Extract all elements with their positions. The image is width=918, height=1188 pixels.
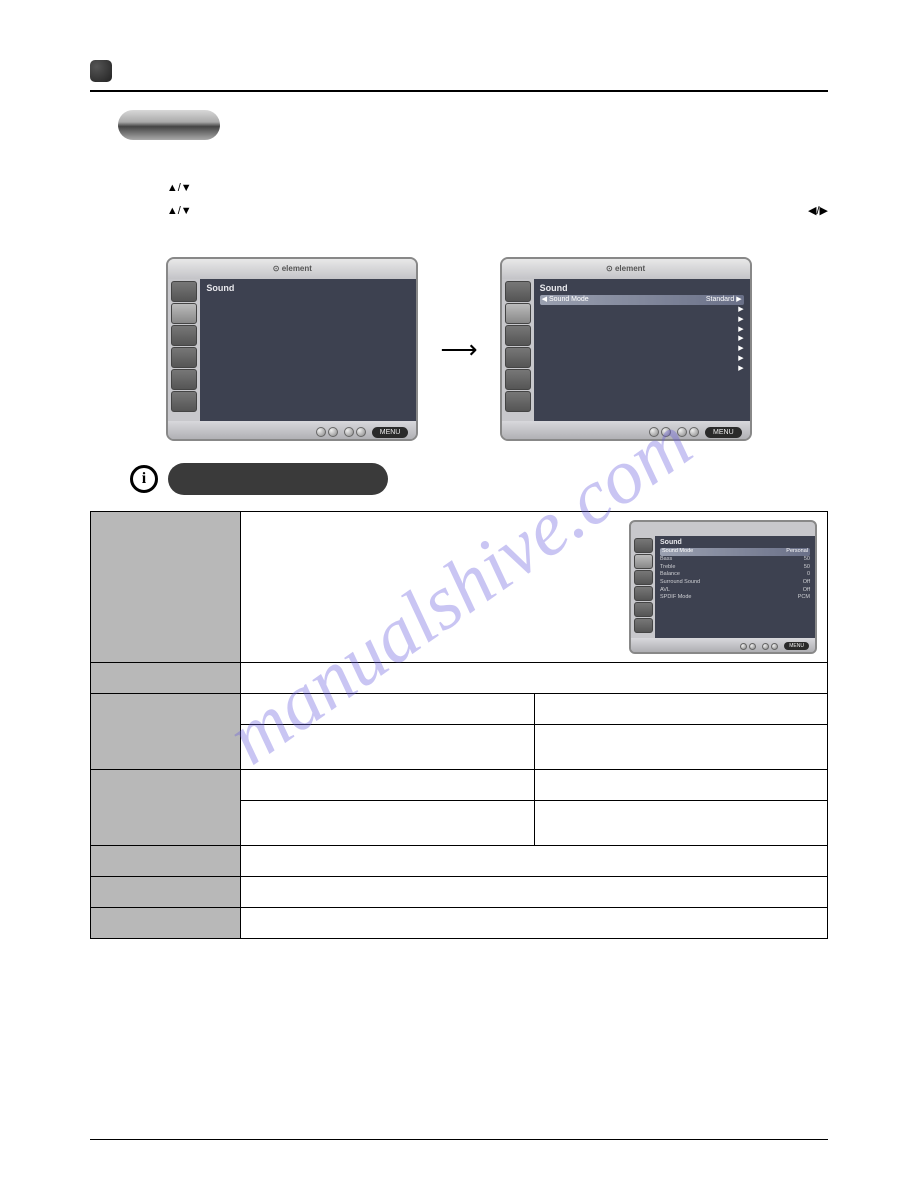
- sidebar-icon-option: [171, 347, 197, 368]
- menu-button-graphic: MENU: [372, 427, 409, 438]
- table-row-avl-off: AVL (Auto Volume Level) Off Off auto vol…: [91, 694, 828, 725]
- page-header: OSD Menu: [90, 60, 828, 92]
- menu-row: AVLOff ▶: [540, 344, 744, 354]
- up-down-arrows-icon-2: [167, 202, 192, 217]
- table-row-surround: Surround Sound Switch surround sound on …: [91, 663, 828, 694]
- sidebar-icon-option: [505, 347, 531, 368]
- menu-row-sound-mode: ◀ Sound ModeStandard ▶: [540, 295, 744, 305]
- tv-left-brand: ⊙ element: [168, 259, 416, 279]
- nav-circle-icon: [344, 427, 354, 437]
- header-bullet-icon: [90, 60, 112, 82]
- tv-right-content: Sound ◀ Sound ModeStandard ▶ Bass50 ▶ Tr…: [534, 279, 750, 421]
- tv-left-footer: MENU: [168, 421, 416, 441]
- header-title: OSD Menu: [124, 61, 215, 82]
- settings-table: Sound Mode ⊙ element: [90, 511, 828, 939]
- menu-row: Treble50 ▶: [540, 315, 744, 325]
- sidebar-icon-sound: [505, 303, 531, 324]
- nav-circle-icon: [677, 427, 687, 437]
- nav-circle-icon: [316, 427, 326, 437]
- tv-screenshot-inline: ⊙ element Sound Sound ModePerson: [629, 520, 817, 654]
- up-down-arrows-icon: [167, 179, 192, 194]
- sidebar-icon-lock: [171, 369, 197, 390]
- manual-page: manualshive.com OSD Menu Sound Press MEN…: [0, 0, 918, 1188]
- table-row-treble: Treble To adjust the treble value.: [91, 877, 828, 908]
- info-icon: i: [130, 465, 158, 493]
- menu-row: Balance0 ▶: [540, 325, 744, 335]
- tv-right-footer: MENU: [502, 421, 750, 441]
- menu-row: Bass50 ▶: [540, 305, 744, 315]
- nav-circle-icon: [649, 427, 659, 437]
- sidebar-icon-lock: [505, 369, 531, 390]
- section-pill-sound: Sound: [118, 110, 220, 140]
- info-heading: i Description of Each Option: [130, 463, 828, 495]
- footer-divider: [90, 1139, 828, 1140]
- instr-line-2: Press to select Sound menu, then press O…: [130, 177, 828, 198]
- menu-button-graphic: MENU: [705, 427, 742, 438]
- instructions-block: Press MENU to display the main menu. Pre…: [130, 154, 828, 243]
- menu-row: Surround SoundOff ▶: [540, 334, 744, 344]
- sidebar-icon-channel: [505, 391, 531, 412]
- instr-line-1: Press MENU to display the main menu.: [130, 154, 828, 175]
- nav-circle-icon: [661, 427, 671, 437]
- page-number: 18: [90, 1146, 103, 1160]
- table-row-bass: Bass To adjust the bass value.: [91, 846, 828, 877]
- nav-circle-icon: [689, 427, 699, 437]
- sidebar-icon-time: [171, 325, 197, 346]
- nav-circle-icon: [328, 427, 338, 437]
- tv-screenshot-left: ⊙ element Sound MENU: [166, 257, 418, 441]
- screenshot-row: ⊙ element Sound MENU ⟶: [90, 257, 828, 441]
- left-right-arrows-icon: [808, 200, 828, 221]
- tv-left-sidebar: [168, 279, 200, 421]
- instr-line-3: Press to select the option that you want…: [130, 200, 828, 221]
- sidebar-icon-picture: [171, 281, 197, 302]
- info-pill-label: Description of Each Option: [168, 463, 388, 495]
- tv-screenshot-right: ⊙ element Sound ◀ Sound ModeStandard ▶ B…: [500, 257, 752, 441]
- table-row-sound-mode: Sound Mode ⊙ element: [91, 512, 828, 663]
- sidebar-icon-channel: [171, 391, 197, 412]
- nav-circle-icon: [356, 427, 366, 437]
- tv-right-sidebar: [502, 279, 534, 421]
- sidebar-icon-picture: [505, 281, 531, 302]
- menu-row: Audio LanguageEnglish ▶: [540, 364, 744, 374]
- sidebar-icon-time: [505, 325, 531, 346]
- instr-line-4: them, press MENU to save and return back…: [130, 222, 828, 243]
- tv-left-content: Sound: [200, 279, 416, 421]
- sidebar-icon-sound: [171, 303, 197, 324]
- tv-right-brand: ⊙ element: [502, 259, 750, 279]
- table-row-balance: Balance To adjust the balance value.: [91, 908, 828, 939]
- transition-arrow-icon: ⟶: [440, 336, 477, 362]
- menu-row: SPDIF ModePCM ▶: [540, 354, 744, 364]
- table-row-spdif-pcm: SPDIF Mode PCM Output digital audio with…: [91, 770, 828, 801]
